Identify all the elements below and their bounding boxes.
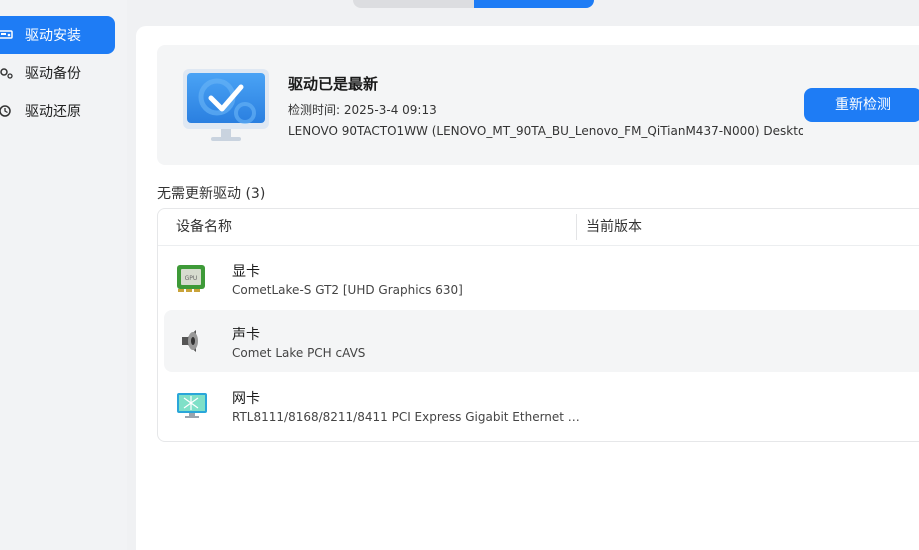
sidebar-item-label: 驱动备份 <box>25 66 81 82</box>
view-switcher-left[interactable] <box>353 0 474 8</box>
sidebar-item-driver-restore[interactable]: 驱动还原 <box>0 92 115 130</box>
history-icon <box>0 103 14 119</box>
gpu-icon: GPU <box>176 263 208 293</box>
section-title: 无需更新驱动 (3) <box>157 186 266 202</box>
sidebar-item-driver-backup[interactable]: 驱动备份 <box>0 54 115 92</box>
driver-status-card: 驱动已是最新 检测时间: 2025-3-4 09:13 LENOVO 90TAC… <box>157 45 919 165</box>
column-header-device-name: 设备名称 <box>176 219 232 235</box>
driver-install-icon <box>0 27 14 43</box>
device-description: CometLake-S GT2 [UHD Graphics 630] <box>232 283 463 297</box>
column-header-current-version: 当前版本 <box>586 219 642 235</box>
column-divider[interactable] <box>576 214 577 240</box>
driver-table: 设备名称 当前版本 GPU 显卡 CometLake-S GT2 [UHD Gr… <box>157 208 919 442</box>
sidebar-item-label: 驱动还原 <box>25 104 81 120</box>
device-name: 显卡 <box>232 264 260 280</box>
sidebar: 驱动安装 驱动备份 驱动还原 <box>0 0 127 550</box>
gears-icon <box>0 65 14 81</box>
view-switcher[interactable] <box>353 0 594 8</box>
table-row[interactable]: GPU 显卡 CometLake-S GT2 [UHD Graphics 630… <box>164 247 919 309</box>
recheck-button[interactable]: 重新检测 <box>804 88 919 122</box>
check-time: 检测时间: 2025-3-4 09:13 <box>288 103 437 117</box>
device-name: 网卡 <box>232 391 260 407</box>
speaker-icon <box>176 326 208 356</box>
computer-model: LENOVO 90TACTO1WW (LENOVO_MT_90TA_BU_Len… <box>288 124 803 138</box>
header-divider <box>158 245 919 246</box>
view-switcher-right[interactable] <box>474 0 594 8</box>
sidebar-item-driver-install[interactable]: 驱动安装 <box>0 16 115 54</box>
table-row[interactable]: 网卡 RTL8111/8168/8211/8411 PCI Express Gi… <box>164 374 919 436</box>
device-description: Comet Lake PCH cAVS <box>232 346 366 360</box>
svg-text:GPU: GPU <box>185 275 198 282</box>
status-title: 驱动已是最新 <box>288 75 379 93</box>
sidebar-item-label: 驱动安装 <box>25 28 81 44</box>
device-description: RTL8111/8168/8211/8411 PCI Express Gigab… <box>232 410 580 424</box>
table-row[interactable]: 声卡 Comet Lake PCH cAVS <box>164 310 919 372</box>
network-monitor-icon <box>176 390 208 420</box>
main-panel: 驱动已是最新 检测时间: 2025-3-4 09:13 LENOVO 90TAC… <box>136 26 919 550</box>
monitor-check-icon <box>181 67 271 147</box>
device-name: 声卡 <box>232 327 260 343</box>
